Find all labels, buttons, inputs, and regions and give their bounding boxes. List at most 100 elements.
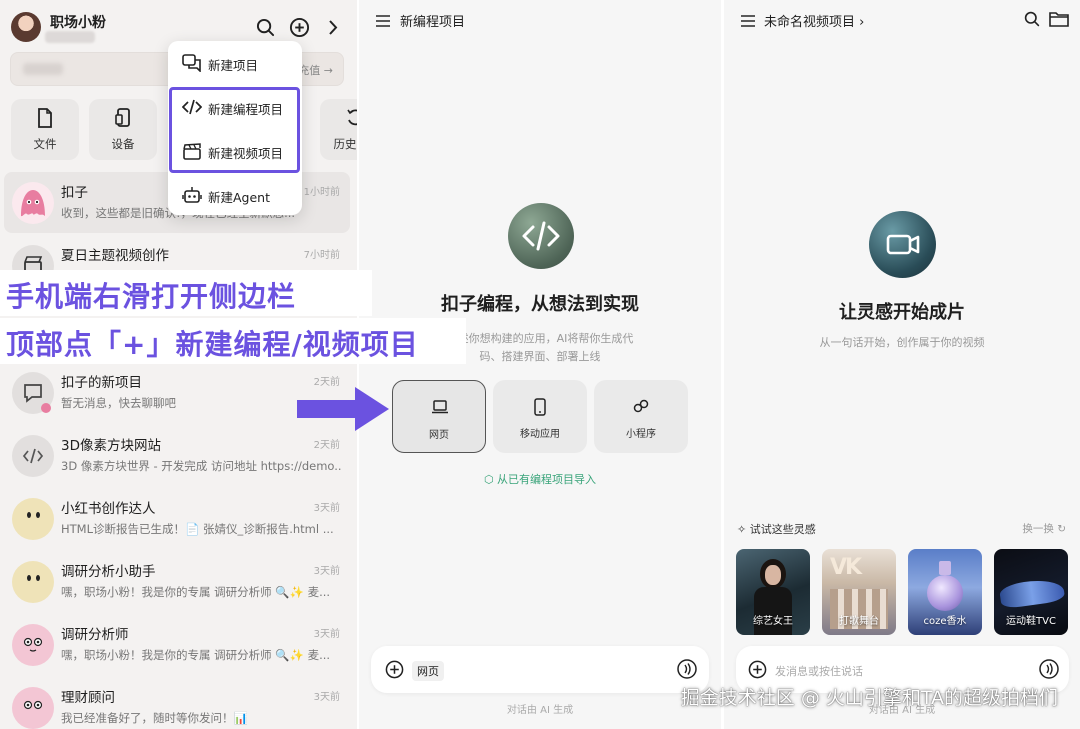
annotation-band: 手机端右滑打开侧边栏 [0, 270, 372, 316]
user-subtitle-blurred [45, 31, 95, 43]
chat-name: 3D像素方块网站 [61, 438, 161, 454]
menu-item-new-agent[interactable]: 新建Agent [176, 175, 294, 215]
plus-circle-icon[interactable] [289, 17, 310, 42]
sidebar-panel: 职场小粉 充值 → 文件 设备 历史 扣子 收到，这些都是旧确认!，现在已经全新… [0, 0, 357, 729]
inspiration-card[interactable]: 综艺女王 [736, 549, 810, 635]
option-label: 移动应用 [520, 429, 560, 440]
chat-time: 1小时前 [303, 187, 340, 198]
list-item[interactable]: 理财顾问 我已经准备好了，随时等你发问！📊 3天前 [4, 677, 350, 729]
chat-preview: 我已经准备好了，随时等你发问！📊 [61, 711, 248, 725]
search-icon[interactable] [256, 18, 275, 41]
plus-circle-icon[interactable] [385, 660, 404, 683]
hero-title: 让灵感开始成片 [839, 302, 965, 323]
chat-name: 扣子 [61, 185, 88, 201]
import-label: 从已有编程项目导入 [497, 473, 597, 486]
inspiration-card[interactable]: 运动鞋TVC [994, 549, 1068, 635]
chat-time: 7小时前 [303, 250, 340, 261]
arrow-right-icon [297, 387, 389, 435]
miniprogram-icon [633, 399, 649, 413]
plus-circle-icon[interactable] [748, 660, 767, 683]
avatar [12, 498, 54, 540]
chat-preview: 嘿，职场小粉！我是你的专属 调研分析师 🔍✨ 麦... [61, 648, 331, 662]
video-camera-logo-icon [869, 211, 936, 278]
history-icon [347, 109, 357, 126]
voice-icon[interactable] [677, 659, 697, 683]
user-name: 职场小粉 [50, 15, 106, 31]
option-label: 小程序 [626, 429, 656, 440]
option-mobile-button[interactable]: 移动应用 [493, 380, 587, 453]
mobile-icon [534, 398, 546, 416]
chat-preview: HTML诊断报告已生成！📄 张婧仪_诊断报告.html ... [61, 522, 334, 536]
inspiration-card-label: 运动鞋TVC [1006, 616, 1056, 627]
search-icon[interactable] [1024, 11, 1040, 31]
avatar [12, 372, 54, 414]
chat-name: 调研分析师 [61, 627, 129, 643]
quick-files-button[interactable]: 文件 [11, 99, 79, 160]
chat-name: 调研分析小助手 [61, 564, 156, 580]
page-title: 新编程项目 [400, 15, 466, 30]
voice-icon[interactable] [1039, 659, 1059, 683]
chat-preview: 3D 像素方块世界 - 开发完成 访问地址 https://demo... [61, 459, 341, 473]
menu-icon[interactable] [376, 12, 390, 31]
highlight-box [169, 87, 300, 173]
quick-label: 文件 [33, 137, 57, 151]
quick-label: 设备 [111, 137, 135, 151]
inspiration-label: 试试这些灵感 [749, 523, 816, 536]
folder-icon[interactable] [1049, 11, 1069, 31]
chat-time: 3天前 [313, 566, 340, 577]
page-title[interactable]: 未命名视频项目 › [764, 11, 864, 30]
refresh-icon: ↻ [1057, 523, 1066, 535]
sparkle-icon: ✧ [737, 523, 747, 536]
chat-time: 3天前 [313, 692, 340, 703]
message-input[interactable]: 发消息或按住说话 [775, 663, 863, 679]
robot-icon [182, 187, 202, 203]
annotation-band: 顶部点「+」新建编程/视频项目 [0, 318, 466, 364]
avatar[interactable] [11, 12, 41, 42]
menu-icon[interactable] [741, 12, 755, 31]
annotation-line: 手机端右滑打开侧边栏 [6, 280, 297, 313]
menu-item-label: 新建Agent [208, 190, 270, 205]
file-icon [38, 108, 52, 128]
video-project-panel: 未命名视频项目 › 让灵感开始成片 从一句话开始，创作属于你的视频 ✧ 试试这些… [724, 0, 1080, 729]
project-name: 未命名视频项目 [764, 15, 856, 30]
menu-item-new-project[interactable]: 新建项目 [176, 43, 294, 83]
list-item[interactable]: 调研分析小助手 嘿，职场小粉！我是你的专属 调研分析师 🔍✨ 麦... 3天前 [4, 551, 350, 612]
hero-title: 扣子编程，从想法到实现 [441, 294, 639, 315]
coding-project-panel: 新编程项目 扣子编程，从想法到实现 描述你想构建的应用，AI将帮你生成代 码、搭… [359, 0, 721, 729]
chat-name: 夏日主题视频创作 [61, 248, 169, 264]
chevron-right-icon[interactable] [327, 19, 339, 40]
code-logo-icon [508, 203, 574, 269]
option-label: 网页 [429, 430, 449, 441]
chat-time: 3天前 [313, 629, 340, 640]
quick-history-button[interactable]: 历史 [320, 99, 357, 160]
inspiration-card[interactable]: coze香水 [908, 549, 982, 635]
avatar [12, 624, 54, 666]
list-item[interactable]: 调研分析师 嘿，职场小粉！我是你的专属 调研分析师 🔍✨ 麦... 3天前 [4, 614, 350, 675]
chat-name: 扣子的新项目 [61, 375, 142, 391]
annotation-line: 顶部点「+」新建编程/视频项目 [6, 328, 419, 361]
refresh-button[interactable]: 换一换 ↻ [1022, 521, 1066, 536]
laptop-icon [432, 400, 448, 414]
option-miniprogram-button[interactable]: 小程序 [594, 380, 688, 453]
chat-name: 小红书创作达人 [61, 501, 156, 517]
composer-mode-tag[interactable]: 网页 [412, 661, 444, 681]
avatar [12, 435, 54, 477]
composer[interactable]: 网页 [371, 646, 709, 693]
chat-time: 2天前 [313, 377, 340, 388]
cube-icon: ⬡ [483, 473, 494, 486]
list-item[interactable]: 小红书创作达人 HTML诊断报告已生成！📄 张婧仪_诊断报告.html ... … [4, 488, 350, 549]
avatar [12, 182, 54, 224]
quick-label: 历史 [333, 137, 357, 151]
chat-name: 理财顾问 [61, 690, 115, 706]
menu-item-label: 新建项目 [208, 58, 259, 73]
chat-preview: 嘿，职场小粉！我是你的专属 调研分析师 🔍✨ 麦... [61, 585, 331, 599]
import-link[interactable]: ⬡ 从已有编程项目导入 [359, 471, 721, 487]
inspiration-card[interactable]: VK 打歌舞台 [822, 549, 896, 635]
chat-time: 3天前 [313, 503, 340, 514]
quick-devices-button[interactable]: 设备 [89, 99, 157, 160]
chevron-right-icon: › [859, 15, 865, 30]
watermark: 掘金技术社区 @ 火山引擎和TA的超级拍档们 [680, 687, 1058, 709]
option-web-button[interactable]: 网页 [392, 380, 486, 453]
avatar [12, 687, 54, 729]
hero-description: 从一句话开始，创作属于你的视频 [819, 336, 985, 349]
